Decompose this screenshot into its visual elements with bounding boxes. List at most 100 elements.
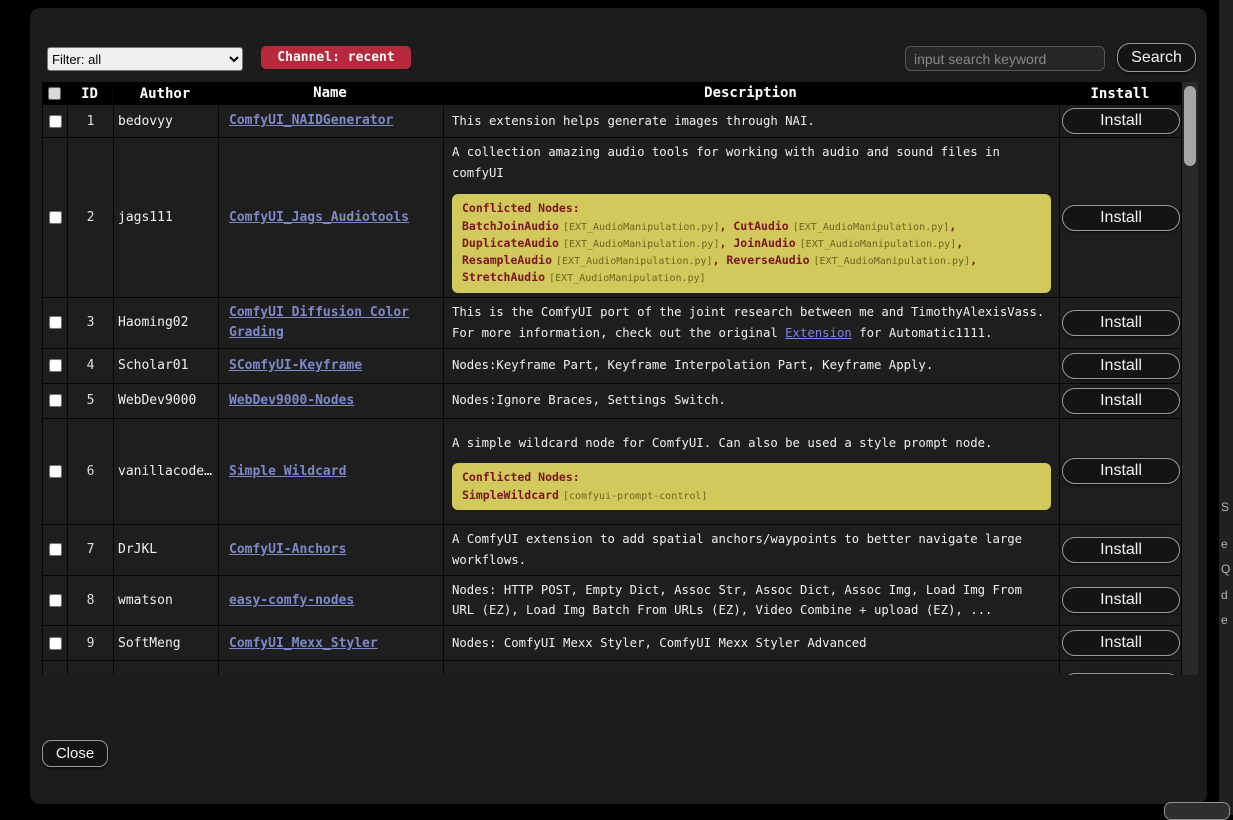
row-id: 1 [68,105,114,137]
search-button[interactable]: Search [1117,43,1196,72]
node-name-link[interactable]: WebDev9000-Nodes [229,391,354,411]
table-row: 9SoftMengComfyUI_Mexx_StylerNodes: Comfy… [42,626,1198,661]
edge-letter: S [1221,500,1229,514]
page-right-edge[interactable]: SeQde [1219,0,1233,815]
table-scrollbar-thumb[interactable] [1184,86,1196,166]
row-id: 8 [68,576,114,626]
row-checkbox[interactable] [49,394,62,407]
row-checkbox-cell [43,626,68,660]
row-install-cell: Install [1060,419,1183,524]
row-checkbox-cell [43,419,68,524]
install-button[interactable]: Install [1062,673,1180,675]
conflict-items: BatchJoinAudio[EXT_AudioManipulation.py]… [462,218,1041,287]
description-text: A collection amazing audio tools for wor… [452,142,1051,184]
table-scrollbar[interactable] [1181,82,1198,675]
description-part: Nodes:Ignore Braces, Settings Switch. [452,393,726,407]
row-id: 4 [68,349,114,383]
row-install-cell: Install [1060,384,1183,418]
install-button[interactable]: Install [1062,537,1180,563]
install-button[interactable]: Install [1062,310,1180,336]
description-link[interactable]: Extension [785,326,852,340]
description-text: Nodes:Keyframe Part, Keyframe Interpolat… [452,355,933,376]
table-body: 1bedovyyComfyUI_NAIDGeneratorThis extens… [42,105,1198,675]
row-name-cell: ComfyUI Diffusion Color Grading [219,298,444,348]
conflict-node-ref: [EXT_AudioManipulation.py] [814,256,971,267]
close-button[interactable]: Close [42,740,108,767]
table-row: 7DrJKL ComfyUI-Anchors A ComfyUI extension… [42,525,1198,576]
install-button[interactable]: Install [1062,353,1180,379]
row-checkbox[interactable] [49,637,62,650]
row-checkbox-cell [43,349,68,383]
description-part: A simple wildcard node for ComfyUI. Can … [452,436,992,450]
row-author: DrJKL [114,525,219,575]
row-name-cell: easy-comfy-nodes [219,576,444,626]
description-part: Nodes: ComfyUI Mexx Styler, ComfyUI Mexx… [452,636,867,650]
row-checkbox-cell [43,525,68,575]
edge-letters: SeQde [1219,0,1233,815]
row-description-cell: Nodes: Yolov8Detection, Yolov8Segmentati… [444,661,1060,675]
edge-letter: d [1221,588,1228,602]
description-part: for Automatic1111. [852,326,993,340]
row-checkbox-cell [43,661,68,675]
node-name-link[interactable]: ComfyUI Diffusion Color Grading [229,303,439,342]
row-description-cell: Nodes:Keyframe Part, Keyframe Interpolat… [444,349,1060,383]
node-name-link[interactable]: ComfyUI_NAIDGenerator [229,111,393,131]
conflict-node-name: JoinAudio [733,236,795,250]
row-checkbox[interactable] [49,316,62,329]
row-checkbox[interactable] [49,594,62,607]
description-part: Nodes:Keyframe Part, Keyframe Interpolat… [452,358,933,372]
install-button[interactable]: Install [1062,458,1180,484]
conflict-node-ref: [EXT_AudioManipulation.py] [563,222,720,233]
search-input[interactable] [905,46,1105,71]
install-button[interactable]: Install [1062,388,1180,414]
description-text: Nodes: HTTP POST, Empty Dict, Assoc Str,… [452,580,1051,622]
conflict-separator: , [719,219,733,233]
conflict-node-ref: [comfyui-prompt-control] [563,491,708,502]
conflict-node-name: SimpleWildcard [462,488,559,502]
row-description-cell: This extension helps generate images thr… [444,105,1060,137]
header-checkbox-cell [42,82,67,105]
table-row: 4Scholar01SComfyUI-KeyframeNodes:Keyfram… [42,349,1198,384]
row-author: jags111 [114,138,219,297]
conflict-node-name: CutAudio [733,219,788,233]
row-install-cell: Install [1060,661,1183,675]
row-checkbox[interactable] [49,359,62,372]
row-author: zcfrank1st [114,661,219,675]
row-name-cell: SComfyUI-Keyframe [219,349,444,383]
conflict-node-ref: [EXT_AudioManipulation.py] [549,273,706,284]
row-checkbox[interactable] [49,115,62,128]
description-text: Nodes:Ignore Braces, Settings Switch. [452,390,726,411]
install-button[interactable]: Install [1062,205,1180,231]
install-button[interactable]: Install [1062,587,1180,613]
conflict-box: Conflicted Nodes:SimpleWildcard[comfyui-… [452,463,1051,510]
description-text: Nodes: ComfyUI Mexx Styler, ComfyUI Mexx… [452,633,867,654]
row-id: 7 [68,525,114,575]
select-all-checkbox[interactable] [48,87,61,100]
row-install-cell: Install [1060,626,1183,660]
row-author: WebDev9000 [114,384,219,418]
row-name-cell: ComfyUI Yolov8 [219,661,444,675]
description-part: A ComfyUI extension to add spatial ancho… [452,532,1022,567]
conflict-node-name: ResampleAudio [462,253,552,267]
row-install-cell: Install [1060,298,1183,348]
filter-select[interactable]: Filter: all [47,47,243,71]
row-checkbox[interactable] [49,465,62,478]
row-description-cell: Nodes: HTTP POST, Empty Dict, Assoc Str,… [444,576,1060,626]
conflict-node-ref: [EXT_AudioManipulation.py] [793,222,950,233]
install-button[interactable]: Install [1062,630,1180,656]
row-name-cell: ComfyUI-Anchors [219,525,444,575]
row-checkbox[interactable] [49,543,62,556]
node-name-link[interactable]: ComfyUI_Jags_Audiotools [229,208,409,228]
node-name-link[interactable]: ComfyUI_Mexx_Styler [229,634,378,654]
partial-button [1164,802,1230,820]
conflict-node-ref: [EXT_AudioManipulation.py] [556,256,713,267]
install-button[interactable]: Install [1062,108,1180,134]
row-name-cell: WebDev9000-Nodes [219,384,444,418]
nodes-table: ID Author Name Description Install 1bedo… [42,82,1198,675]
channel-badge: Channel: recent [261,46,411,69]
node-name-link[interactable]: SComfyUI-Keyframe [229,356,362,376]
node-name-link[interactable]: ComfyUI-Anchors [229,540,346,560]
node-name-link[interactable]: Simple Wildcard [229,462,346,482]
row-checkbox[interactable] [49,211,62,224]
node-name-link[interactable]: easy-comfy-nodes [229,591,354,611]
